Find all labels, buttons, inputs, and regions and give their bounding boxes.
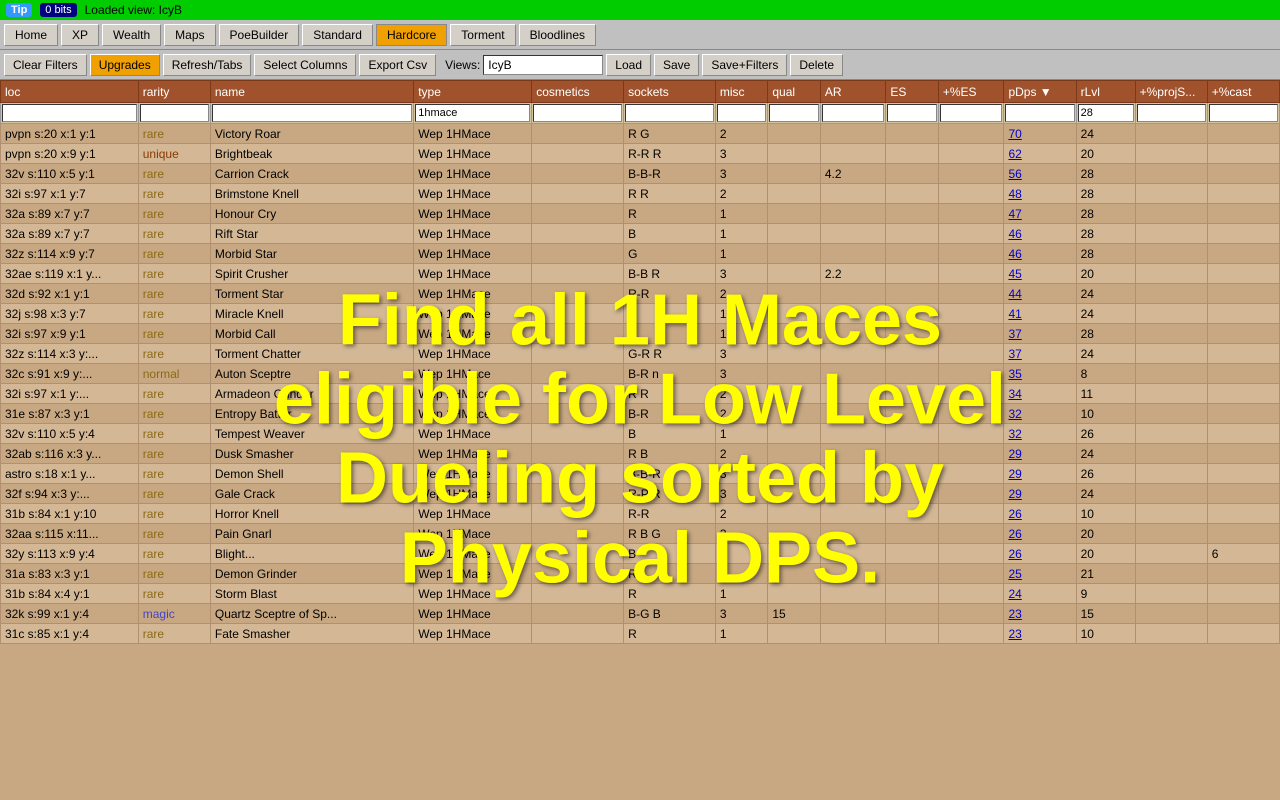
table-row[interactable]: 32ab s:116 x:3 y...rareDusk SmasherWep 1… bbox=[1, 444, 1280, 464]
select-columns-button[interactable]: Select Columns bbox=[254, 54, 356, 76]
nav-btn-wealth[interactable]: Wealth bbox=[102, 24, 161, 46]
col-header-pctES[interactable]: +%ES bbox=[938, 81, 1004, 103]
table-row[interactable]: 32z s:114 x:3 y:...rareTorment ChatterWe… bbox=[1, 344, 1280, 364]
nav-btn-poebuilder[interactable]: PoeBuilder bbox=[219, 24, 300, 46]
table-row[interactable]: 32z s:114 x:9 y:7rareMorbid StarWep 1HMa… bbox=[1, 244, 1280, 264]
filter-pctES[interactable] bbox=[940, 104, 1003, 122]
nav-bar: HomeXPWealthMapsPoeBuilderStandardHardco… bbox=[0, 20, 1280, 50]
table-row[interactable]: 31c s:85 x:1 y:4rareFate SmasherWep 1HMa… bbox=[1, 624, 1280, 644]
filter-pctCast[interactable] bbox=[1209, 104, 1278, 122]
delete-button[interactable]: Delete bbox=[790, 54, 843, 76]
table-row[interactable]: 31e s:87 x:3 y:1rareEntropy BatterWep 1H… bbox=[1, 404, 1280, 424]
table-row[interactable]: astro s:18 x:1 y...rareDemon ShellWep 1H… bbox=[1, 464, 1280, 484]
table-body: pvpn s:20 x:1 y:1rareVictory RoarWep 1HM… bbox=[1, 124, 1280, 644]
filter-name[interactable] bbox=[212, 104, 412, 122]
table-row[interactable]: 32c s:91 x:9 y:...normalAuton SceptreWep… bbox=[1, 364, 1280, 384]
nav-btn-home[interactable]: Home bbox=[4, 24, 58, 46]
table-row[interactable]: 32a s:89 x:7 y:7rareHonour CryWep 1HMace… bbox=[1, 204, 1280, 224]
col-header-pDps[interactable]: pDps ▼ bbox=[1004, 81, 1076, 103]
col-header-rarity[interactable]: rarity bbox=[138, 81, 210, 103]
table-row[interactable]: 32i s:97 x:9 y:1rareMorbid CallWep 1HMac… bbox=[1, 324, 1280, 344]
filter-rarity[interactable] bbox=[140, 104, 209, 122]
table-row[interactable]: 31a s:83 x:3 y:1rareDemon GrinderWep 1HM… bbox=[1, 564, 1280, 584]
filter-type[interactable] bbox=[415, 104, 530, 122]
table-row[interactable]: pvpn s:20 x:9 y:1uniqueBrightbeakWep 1HM… bbox=[1, 144, 1280, 164]
col-header-cosmetics[interactable]: cosmetics bbox=[532, 81, 624, 103]
tip-badge: Tip bbox=[6, 3, 32, 17]
filter-qual[interactable] bbox=[769, 104, 818, 122]
export-csv-button[interactable]: Export Csv bbox=[359, 54, 436, 76]
save-button[interactable]: Save bbox=[654, 54, 699, 76]
table-row[interactable]: 31b s:84 x:4 y:1rareStorm BlastWep 1HMac… bbox=[1, 584, 1280, 604]
load-button[interactable]: Load bbox=[606, 54, 651, 76]
refresh-tabs-button[interactable]: Refresh/Tabs bbox=[163, 54, 252, 76]
table-row[interactable]: 32i s:97 x:1 y:7rareBrimstone KnellWep 1… bbox=[1, 184, 1280, 204]
table-row[interactable]: 32v s:110 x:5 y:1rareCarrion CrackWep 1H… bbox=[1, 164, 1280, 184]
nav-btn-bloodlines[interactable]: Bloodlines bbox=[519, 24, 596, 46]
col-header-type[interactable]: type bbox=[414, 81, 532, 103]
items-table: loc rarity name type cosmetics sockets m… bbox=[0, 80, 1280, 644]
filter-rLvl[interactable] bbox=[1078, 104, 1134, 122]
filter-sockets[interactable] bbox=[625, 104, 714, 122]
table-row[interactable]: 32aa s:115 x:11...rarePain GnarlWep 1HMa… bbox=[1, 524, 1280, 544]
loaded-view: Loaded view: IcyB bbox=[85, 3, 182, 17]
nav-btn-xp[interactable]: XP bbox=[61, 24, 99, 46]
column-headers-row: loc rarity name type cosmetics sockets m… bbox=[1, 81, 1280, 103]
filter-cosmetics[interactable] bbox=[533, 104, 622, 122]
col-header-qual[interactable]: qual bbox=[768, 81, 820, 103]
col-header-pctCast[interactable]: +%cast bbox=[1207, 81, 1279, 103]
filter-ar[interactable] bbox=[822, 104, 885, 122]
col-header-loc[interactable]: loc bbox=[1, 81, 139, 103]
table-row[interactable]: 32y s:113 x:9 y:4rareBlight...Wep 1HMace… bbox=[1, 544, 1280, 564]
col-header-ar[interactable]: AR bbox=[820, 81, 886, 103]
col-header-rLvl[interactable]: rLvl bbox=[1076, 81, 1135, 103]
filter-misc[interactable] bbox=[717, 104, 766, 122]
col-header-misc[interactable]: misc bbox=[715, 81, 767, 103]
table-row[interactable]: pvpn s:20 x:1 y:1rareVictory RoarWep 1HM… bbox=[1, 124, 1280, 144]
table-row[interactable]: 32d s:92 x:1 y:1rareTorment StarWep 1HMa… bbox=[1, 284, 1280, 304]
save-filters-button[interactable]: Save+Filters bbox=[702, 54, 787, 76]
filter-projS[interactable] bbox=[1137, 104, 1206, 122]
status-bar: Tip 0 bits Loaded view: IcyB bbox=[0, 0, 1280, 20]
toolbar: Clear Filters Upgrades Refresh/Tabs Sele… bbox=[0, 50, 1280, 80]
upgrades-button[interactable]: Upgrades bbox=[90, 54, 160, 76]
filter-loc[interactable] bbox=[2, 104, 137, 122]
filter-pDps[interactable] bbox=[1005, 104, 1074, 122]
bits-badge: 0 bits bbox=[40, 3, 76, 17]
table-row[interactable]: 32j s:98 x:3 y:7rareMiracle KnellWep 1HM… bbox=[1, 304, 1280, 324]
clear-filters-button[interactable]: Clear Filters bbox=[4, 54, 87, 76]
views-label: Views: bbox=[445, 58, 480, 72]
col-header-name[interactable]: name bbox=[210, 81, 413, 103]
nav-btn-standard[interactable]: Standard bbox=[302, 24, 373, 46]
table-container: loc rarity name type cosmetics sockets m… bbox=[0, 80, 1280, 800]
nav-btn-torment[interactable]: Torment bbox=[450, 24, 515, 46]
nav-btn-maps[interactable]: Maps bbox=[164, 24, 215, 46]
filter-row bbox=[1, 103, 1280, 124]
views-input[interactable] bbox=[483, 55, 603, 75]
table-row[interactable]: 32ae s:119 x:1 y...rareSpirit CrusherWep… bbox=[1, 264, 1280, 284]
col-header-sockets[interactable]: sockets bbox=[624, 81, 716, 103]
table-row[interactable]: 31b s:84 x:1 y:10rareHorror KnellWep 1HM… bbox=[1, 504, 1280, 524]
col-header-projS[interactable]: +%projS... bbox=[1135, 81, 1207, 103]
table-row[interactable]: 32k s:99 x:1 y:4magicQuartz Sceptre of S… bbox=[1, 604, 1280, 624]
filter-es[interactable] bbox=[887, 104, 936, 122]
table-row[interactable]: 32a s:89 x:7 y:7rareRift StarWep 1HMaceB… bbox=[1, 224, 1280, 244]
col-header-es[interactable]: ES bbox=[886, 81, 938, 103]
table-row[interactable]: 32v s:110 x:5 y:4rareTempest WeaverWep 1… bbox=[1, 424, 1280, 444]
table-row[interactable]: 32f s:94 x:3 y:...rareGale CrackWep 1HMa… bbox=[1, 484, 1280, 504]
table-row[interactable]: 32i s:97 x:1 y:...rareArmadeon GrinderWe… bbox=[1, 384, 1280, 404]
nav-btn-hardcore[interactable]: Hardcore bbox=[376, 24, 447, 46]
